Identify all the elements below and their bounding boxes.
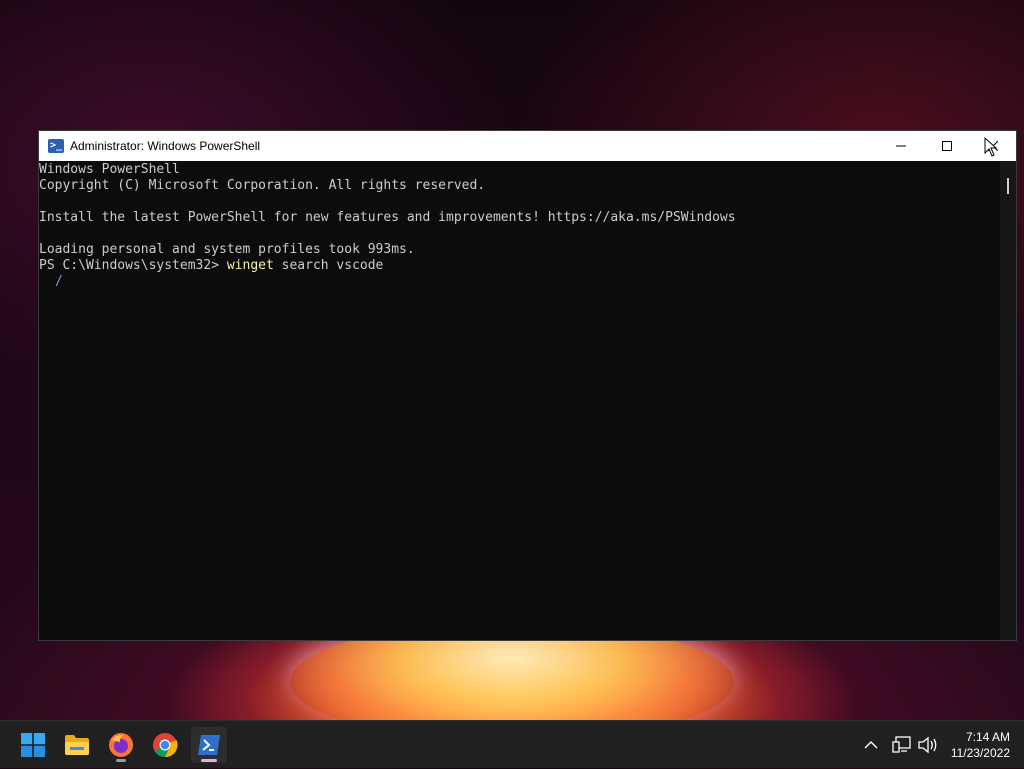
console-line: Install the latest PowerShell for new fe… xyxy=(39,210,736,225)
taskbar-chrome[interactable] xyxy=(147,727,183,763)
console-line: Windows PowerShell xyxy=(39,162,180,177)
scrollbar-thumb[interactable] xyxy=(1007,178,1009,194)
mouse-cursor-icon xyxy=(984,137,998,157)
powershell-window[interactable]: >_ Administrator: Windows PowerShell Win… xyxy=(38,130,1017,641)
running-indicator xyxy=(116,759,126,762)
prompt: PS C:\Windows\system32> xyxy=(39,258,227,273)
title-bar[interactable]: >_ Administrator: Windows PowerShell xyxy=(39,131,1016,161)
console-line: Copyright (C) Microsoft Corporation. All… xyxy=(39,178,486,193)
firefox-icon xyxy=(109,733,133,757)
folder-icon xyxy=(65,735,89,755)
running-indicator xyxy=(201,759,217,762)
powershell-icon xyxy=(198,735,220,755)
volume-button[interactable] xyxy=(918,721,938,769)
console-line: Loading personal and system profiles too… xyxy=(39,242,415,257)
taskbar-powershell[interactable] xyxy=(191,727,227,763)
chevron-up-icon xyxy=(864,741,878,749)
vertical-scrollbar[interactable] xyxy=(1000,161,1016,640)
system-clock[interactable]: 7:14 AM 11/23/2022 xyxy=(951,729,1010,761)
taskbar-file-explorer[interactable] xyxy=(59,727,95,763)
clock-date: 11/23/2022 xyxy=(950,746,1010,760)
start-button[interactable] xyxy=(15,727,51,763)
taskbar: 7:14 AM 11/23/2022 xyxy=(0,720,1024,768)
window-title: Administrator: Windows PowerShell xyxy=(70,139,261,153)
command-name: winget xyxy=(226,258,274,273)
taskbar-firefox[interactable] xyxy=(103,727,139,763)
volume-icon xyxy=(918,736,937,754)
clock-time: 7:14 AM xyxy=(965,730,1010,744)
minimize-button[interactable] xyxy=(878,131,924,161)
network-icon xyxy=(892,736,911,753)
progress-spinner: / xyxy=(55,274,63,289)
minimize-icon xyxy=(896,145,906,147)
command-line[interactable]: PS C:\Windows\system32> winget search vs… xyxy=(39,258,1000,274)
chrome-icon xyxy=(153,733,178,758)
windows-logo-icon xyxy=(21,733,45,757)
command-args: search vscode xyxy=(273,258,384,273)
powershell-icon: >_ xyxy=(48,139,64,153)
show-hidden-icons-button[interactable] xyxy=(864,721,878,769)
maximize-button[interactable] xyxy=(924,131,970,161)
network-status-button[interactable] xyxy=(892,721,912,769)
maximize-icon xyxy=(942,141,952,151)
console-output[interactable]: Windows PowerShell Copyright (C) Microso… xyxy=(39,161,1000,640)
